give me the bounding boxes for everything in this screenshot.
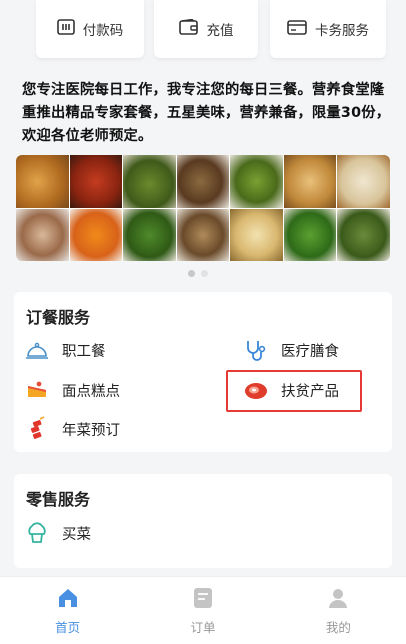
home-icon [56,586,80,613]
dish-photo [69,208,123,261]
wallet-icon [178,18,199,39]
user-icon [326,586,350,613]
highlight-box [226,370,362,412]
pay-buttons: 付款码 充值 卡务服务 [0,0,406,60]
retail-service-title: 零售服务 [26,490,91,509]
card-service-label: 卡务服务 [315,23,369,39]
medical-diet-item[interactable]: 医疗膳食 [243,337,339,363]
pastry-label: 面点糕点 [62,383,120,400]
bottom-tab-bar: 首页 订单 我的 [0,576,406,644]
recharge-label: 充值 [206,23,234,39]
announcement-text: 您专注医院每日工作，我专注您的每日三餐。营养食堂隆重推出精品专家套餐，五星美味，… [22,82,391,144]
dish-photo [16,155,69,208]
dish-photo [69,155,123,208]
food-photo-grid [16,155,390,261]
card-service-button[interactable]: 卡务服务 [270,0,386,58]
recharge-button[interactable]: 充值 [154,0,258,58]
dish-photo [176,208,230,261]
dish-photo [283,155,337,208]
payment-code-button[interactable]: 付款码 [36,0,144,58]
dish-photo [176,155,230,208]
buy-vegetables-item[interactable]: 买菜 [24,520,91,546]
tab-orders-label: 订单 [190,619,216,635]
dish-photo [283,208,337,261]
dish-photo [230,208,283,261]
buy-vegetables-label: 买菜 [62,526,91,543]
qr-code-icon [56,19,75,39]
payment-code-label: 付款码 [82,23,124,39]
carousel-dot[interactable] [201,270,208,277]
tab-orders[interactable]: 订单 [135,577,270,644]
dish-photo [123,155,176,208]
medical-diet-label: 医疗膳食 [281,343,339,360]
tab-mine-label: 我的 [325,619,351,635]
dish-cover-icon [24,337,50,363]
carousel-indicator[interactable] [188,270,208,277]
vegetable-icon [24,520,50,546]
staff-meal-item[interactable]: 职工餐 [24,337,106,363]
cake-icon [24,377,50,403]
top-area: 付款码 充值 卡务服务 [0,0,406,72]
staff-meal-label: 职工餐 [62,343,106,360]
firecracker-icon [24,416,50,442]
new-year-dishes-label: 年菜预订 [62,422,120,439]
dish-photo [123,208,176,261]
card-icon [287,19,307,39]
ordering-service-title: 订餐服务 [26,308,91,327]
food-banner[interactable] [16,155,390,261]
pastry-item[interactable]: 面点糕点 [24,377,120,403]
tab-home[interactable]: 首页 [0,577,135,644]
new-year-dishes-item[interactable]: 年菜预订 [24,416,120,442]
tab-mine[interactable]: 我的 [271,577,406,644]
dish-photo [230,155,283,208]
dish-photo [16,208,69,261]
dish-photo [337,208,390,261]
tab-home-label: 首页 [55,619,81,635]
stethoscope-icon [243,337,269,363]
dish-photo [337,155,390,208]
order-icon [191,586,215,613]
carousel-dot-active[interactable] [188,270,195,277]
